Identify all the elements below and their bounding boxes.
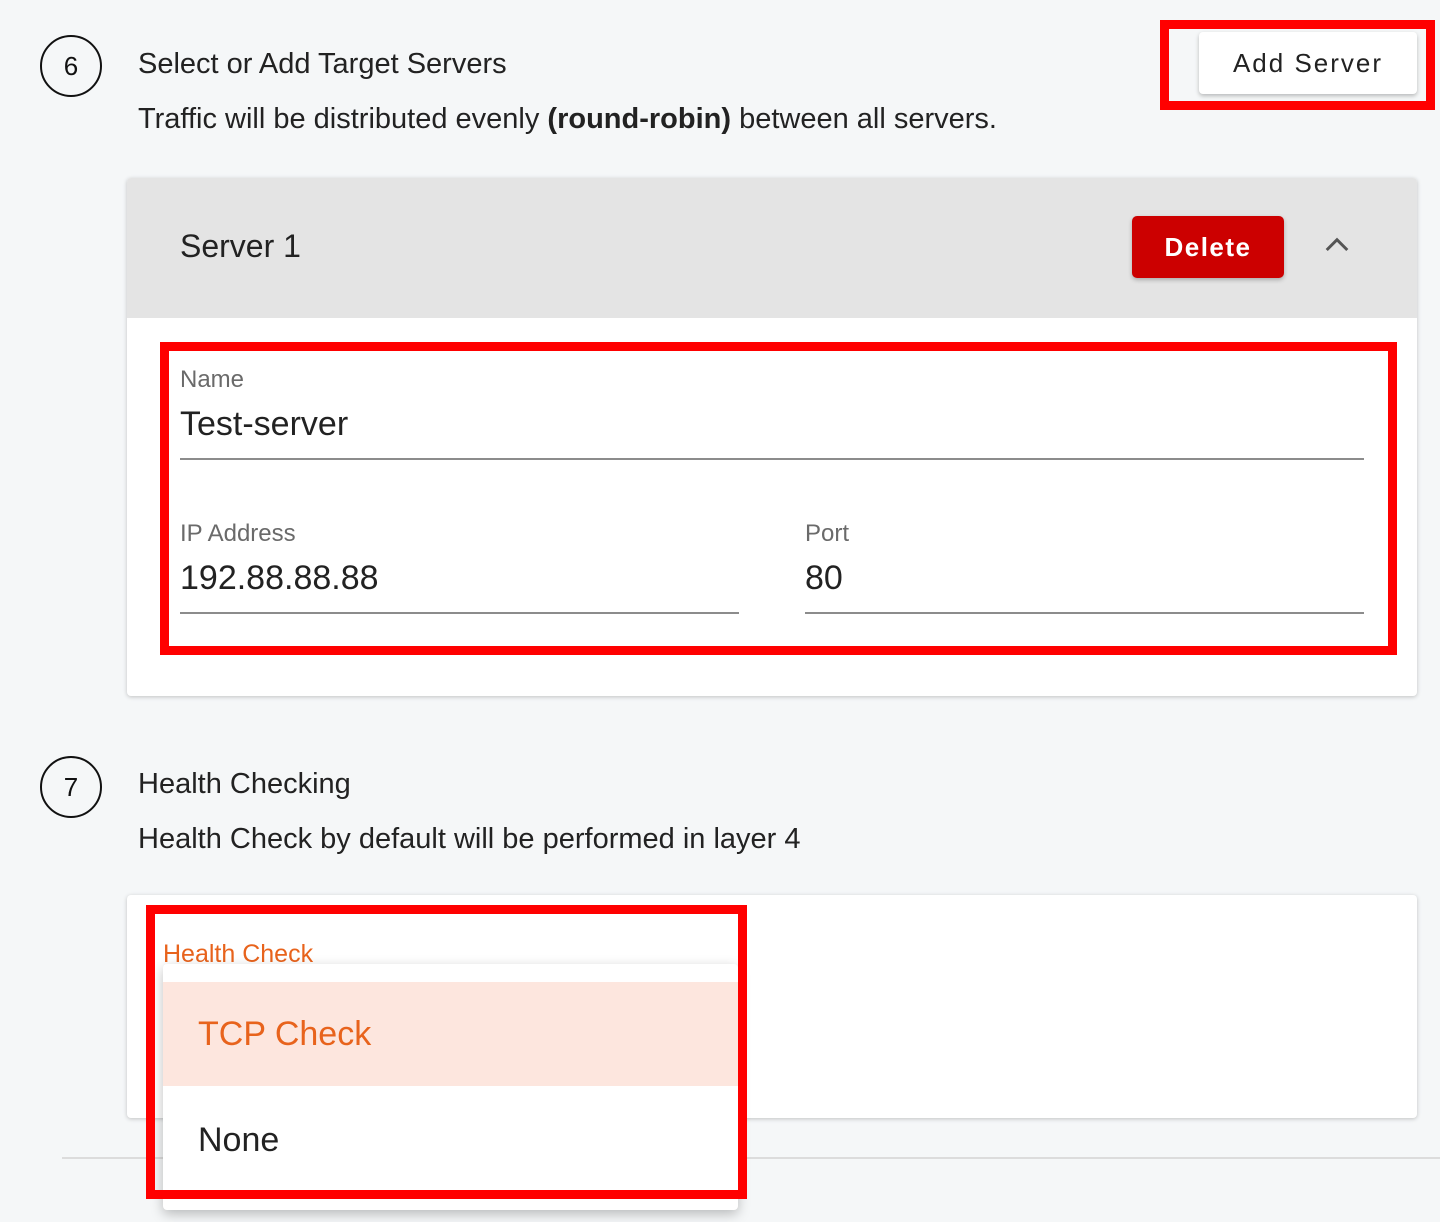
- step-6-number: 6: [40, 35, 102, 97]
- health-check-dropdown[interactable]: TCP Check None: [163, 964, 738, 1210]
- name-field-underline: [180, 458, 1364, 460]
- chevron-up-icon[interactable]: [1325, 232, 1349, 256]
- desc-text-before: Traffic will be distributed evenly: [138, 103, 548, 135]
- option-tcp-check[interactable]: TCP Check: [163, 982, 738, 1086]
- step-6-description: Traffic will be distributed evenly (roun…: [138, 103, 997, 136]
- option-none[interactable]: None: [163, 1088, 738, 1192]
- step-6-title: Select or Add Target Servers: [138, 48, 507, 80]
- delete-server-button[interactable]: Delete: [1132, 216, 1284, 278]
- server-card-header[interactable]: Server 1 Delete: [127, 178, 1417, 318]
- step-7-number: 7: [40, 756, 102, 818]
- add-server-button[interactable]: Add Server: [1199, 32, 1417, 94]
- ip-field-label: IP Address: [180, 520, 296, 547]
- ip-field-underline: [180, 612, 739, 614]
- name-field-label: Name: [180, 366, 245, 393]
- port-field-underline: [805, 612, 1364, 614]
- port-field[interactable]: 80: [805, 559, 843, 598]
- name-field[interactable]: Test-server: [180, 405, 348, 444]
- server-title: Server 1: [180, 228, 301, 264]
- ip-address-field[interactable]: 192.88.88.88: [180, 559, 379, 598]
- step-7-title: Health Checking: [138, 768, 351, 800]
- desc-text-after: between all servers.: [731, 103, 997, 135]
- desc-round-robin: (round-robin): [547, 103, 732, 135]
- port-field-label: Port: [805, 520, 850, 547]
- step-7-description: Health Check by default will be performe…: [138, 823, 801, 855]
